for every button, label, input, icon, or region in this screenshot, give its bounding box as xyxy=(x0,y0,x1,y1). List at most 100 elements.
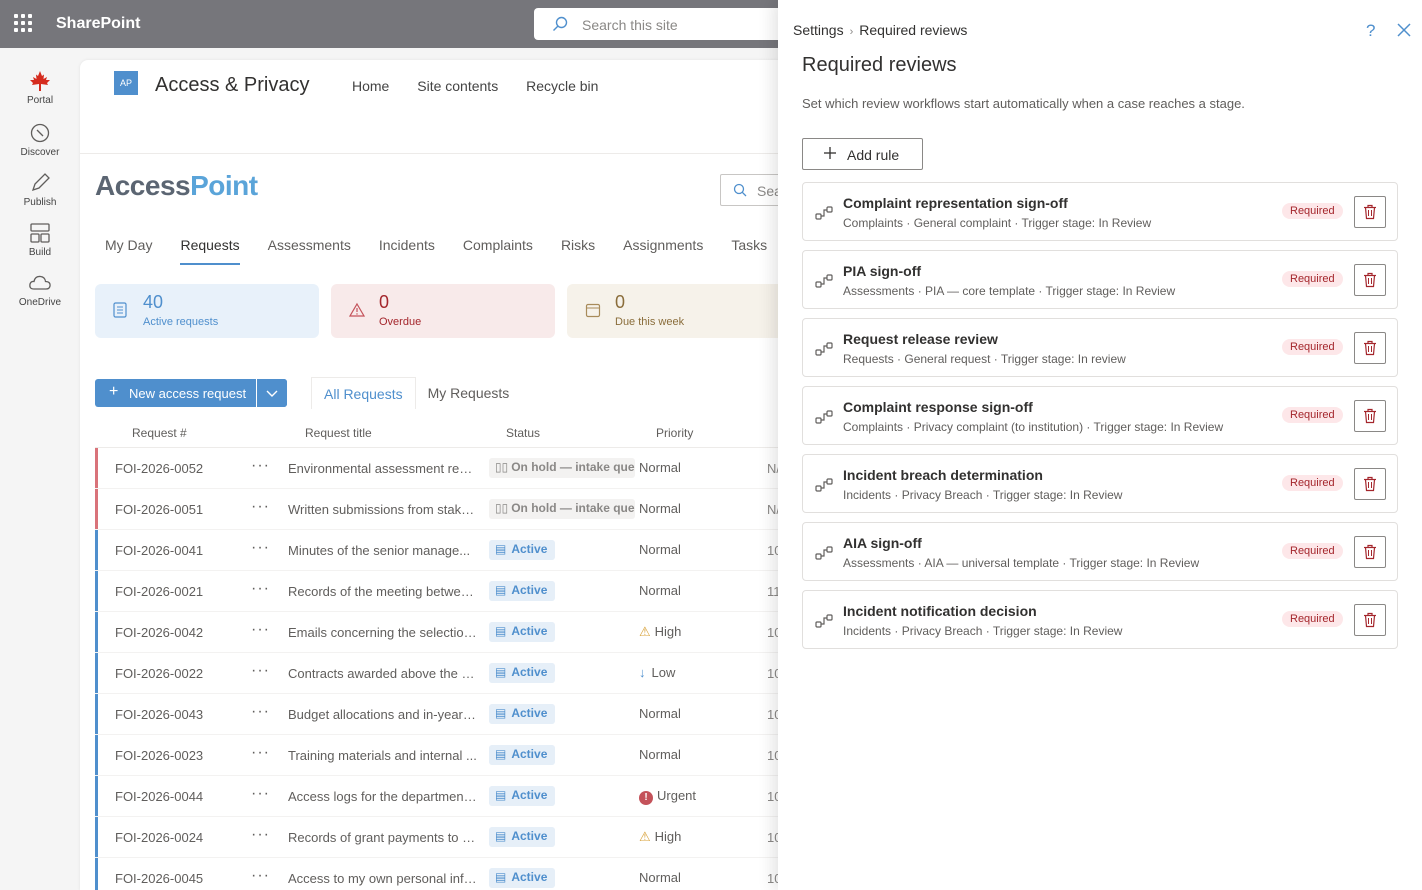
request-number[interactable]: FOI-2026-0044 xyxy=(115,789,203,804)
request-title[interactable]: Records of the meeting betwee... xyxy=(288,584,478,599)
review-rule-card[interactable]: Complaint response sign-off Complaints · … xyxy=(802,386,1398,445)
more-options-icon[interactable]: ··· xyxy=(251,539,270,557)
request-number[interactable]: FOI-2026-0051 xyxy=(115,502,203,517)
request-title[interactable]: Budget allocations and in-year r... xyxy=(288,707,478,722)
request-title[interactable]: Written submissions from stake... xyxy=(288,502,478,517)
nav-recycle-bin[interactable]: Recycle bin xyxy=(526,78,598,94)
col-request-number[interactable]: Request # xyxy=(132,426,187,440)
tab-risks[interactable]: Risks xyxy=(561,237,595,265)
crumb-settings[interactable]: Settings xyxy=(793,22,844,38)
review-rule-card[interactable]: AIA sign-off Assessments · AIA — universa… xyxy=(802,522,1398,581)
suite-title[interactable]: SharePoint xyxy=(56,15,140,33)
request-title[interactable]: Emails concerning the selection... xyxy=(288,625,478,640)
tab-my-day[interactable]: My Day xyxy=(105,237,152,265)
delete-rule-button[interactable] xyxy=(1354,196,1386,228)
delete-rule-button[interactable] xyxy=(1354,468,1386,500)
delete-rule-button[interactable] xyxy=(1354,604,1386,636)
table-row[interactable]: FOI-2026-0024 ··· Records of grant payment… xyxy=(95,817,800,858)
card-overdue[interactable]: 0 Overdue xyxy=(331,284,555,338)
tab-complaints[interactable]: Complaints xyxy=(463,237,533,265)
search-placeholder: Search this site xyxy=(582,17,678,33)
request-title[interactable]: Records of grant payments to a... xyxy=(288,830,478,845)
view-all-requests[interactable]: All Requests xyxy=(311,377,416,409)
col-priority[interactable]: Priority xyxy=(656,426,693,440)
request-number[interactable]: FOI-2026-0041 xyxy=(115,543,203,558)
tab-incidents[interactable]: Incidents xyxy=(379,237,435,265)
tab-tasks[interactable]: Tasks xyxy=(731,237,767,265)
card-active-requests[interactable]: 40 Active requests xyxy=(95,284,319,338)
add-rule-button[interactable]: Add rule xyxy=(802,138,923,170)
request-number[interactable]: FOI-2026-0043 xyxy=(115,707,203,722)
required-badge: Required xyxy=(1282,543,1343,559)
appbar-onedrive[interactable]: OneDrive xyxy=(0,272,80,308)
table-row[interactable]: FOI-2026-0021 ··· Records of the meeting b… xyxy=(95,571,800,612)
nav-home[interactable]: Home xyxy=(352,78,389,94)
warning-icon: ⚠ xyxy=(639,624,651,639)
review-rule-card[interactable]: Incident breach determination Incidents ·… xyxy=(802,454,1398,513)
request-title[interactable]: Training materials and internal ... xyxy=(288,748,478,763)
row-indicator xyxy=(95,448,98,488)
review-rule-card[interactable]: Complaint representation sign-off Complai… xyxy=(802,182,1398,241)
more-options-icon[interactable]: ··· xyxy=(251,621,270,639)
card-due-this-week[interactable]: 0 Due this week xyxy=(567,284,791,338)
table-row[interactable]: FOI-2026-0043 ··· Budget allocations and i… xyxy=(95,694,800,735)
request-number[interactable]: FOI-2026-0052 xyxy=(115,461,203,476)
request-number[interactable]: FOI-2026-0021 xyxy=(115,584,203,599)
site-title[interactable]: Access & Privacy xyxy=(155,74,309,97)
table-row[interactable]: FOI-2026-0052 ··· Environmental assessment… xyxy=(95,448,800,489)
request-title[interactable]: Access to my own personal info... xyxy=(288,871,478,886)
request-title[interactable]: Contracts awarded above the p... xyxy=(288,666,478,681)
delete-rule-button[interactable] xyxy=(1354,400,1386,432)
appbar-portal[interactable]: Portal xyxy=(0,70,80,106)
table-row[interactable]: FOI-2026-0023 ··· Training materials and i… xyxy=(95,735,800,776)
priority-label: ↓ Low xyxy=(639,665,676,680)
table-row[interactable]: FOI-2026-0045 ··· Access to my own persona… xyxy=(95,858,800,890)
more-options-icon[interactable]: ··· xyxy=(251,785,270,803)
table-row[interactable]: FOI-2026-0051 ··· Written submissions from… xyxy=(95,489,800,530)
app-bar: Portal Discover Publish Build OneDrive xyxy=(0,48,80,890)
request-number[interactable]: FOI-2026-0024 xyxy=(115,830,203,845)
more-options-icon[interactable]: ··· xyxy=(251,457,270,475)
request-title[interactable]: Environmental assessment reco... xyxy=(288,461,478,476)
tab-requests[interactable]: Requests xyxy=(180,237,240,265)
delete-rule-button[interactable] xyxy=(1354,264,1386,296)
col-status[interactable]: Status xyxy=(506,426,540,440)
nav-site-contents[interactable]: Site contents xyxy=(417,78,498,94)
request-title[interactable]: Access logs for the department... xyxy=(288,789,478,804)
app-launcher-icon[interactable] xyxy=(14,14,32,32)
tab-assessments[interactable]: Assessments xyxy=(268,237,351,265)
review-rule-card[interactable]: PIA sign-off Assessments · PIA — core tem… xyxy=(802,250,1398,309)
site-search-input[interactable]: Search this site xyxy=(534,8,794,40)
more-options-icon[interactable]: ··· xyxy=(251,580,270,598)
table-row[interactable]: FOI-2026-0042 ··· Emails concerning the se… xyxy=(95,612,800,653)
review-rule-card[interactable]: Request release review Requests · General… xyxy=(802,318,1398,377)
more-options-icon[interactable]: ··· xyxy=(251,826,270,844)
table-row[interactable]: FOI-2026-0022 ··· Contracts awarded above … xyxy=(95,653,800,694)
more-options-icon[interactable]: ··· xyxy=(251,703,270,721)
tab-assignments[interactable]: Assignments xyxy=(623,237,703,265)
review-rule-card[interactable]: Incident notification decision Incidents … xyxy=(802,590,1398,649)
col-request-title[interactable]: Request title xyxy=(305,426,372,440)
close-icon[interactable] xyxy=(1394,20,1414,40)
delete-rule-button[interactable] xyxy=(1354,332,1386,364)
table-row[interactable]: FOI-2026-0044 ··· Access logs for the depa… xyxy=(95,776,800,817)
more-options-icon[interactable]: ··· xyxy=(251,662,270,680)
site-logo[interactable]: AP xyxy=(114,71,138,95)
request-number[interactable]: FOI-2026-0022 xyxy=(115,666,203,681)
new-request-dropdown-button[interactable] xyxy=(256,379,287,407)
request-number[interactable]: FOI-2026-0045 xyxy=(115,871,203,886)
help-icon[interactable]: ? xyxy=(1360,20,1380,40)
view-my-requests[interactable]: My Requests xyxy=(416,377,522,409)
document-icon: ▤ xyxy=(495,829,507,843)
more-options-icon[interactable]: ··· xyxy=(251,498,270,516)
appbar-build[interactable]: Build xyxy=(0,222,80,258)
delete-rule-button[interactable] xyxy=(1354,536,1386,568)
appbar-discover[interactable]: Discover xyxy=(0,122,80,158)
request-number[interactable]: FOI-2026-0042 xyxy=(115,625,203,640)
more-options-icon[interactable]: ··· xyxy=(251,744,270,762)
request-number[interactable]: FOI-2026-0023 xyxy=(115,748,203,763)
request-title[interactable]: Minutes of the senior manage... xyxy=(288,543,478,558)
appbar-publish[interactable]: Publish xyxy=(0,172,80,208)
more-options-icon[interactable]: ··· xyxy=(251,867,270,885)
table-row[interactable]: FOI-2026-0041 ··· Minutes of the senior ma… xyxy=(95,530,800,571)
